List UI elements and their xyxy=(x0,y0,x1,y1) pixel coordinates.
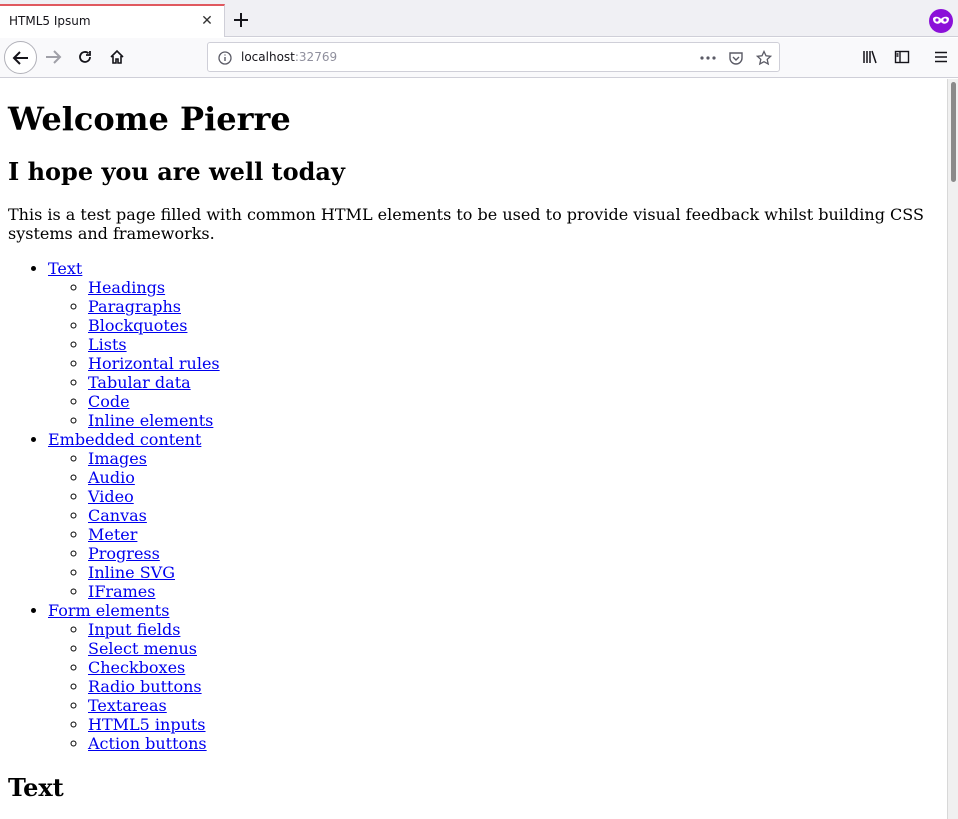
list-item: Code xyxy=(88,392,939,411)
pocket-icon[interactable] xyxy=(728,50,744,66)
table-of-contents: Text Headings Paragraphs Blockquotes Lis… xyxy=(8,259,939,753)
toc-link[interactable]: Checkboxes xyxy=(88,658,185,677)
arrow-left-icon xyxy=(12,50,28,65)
url-bar[interactable]: localhost:32769 xyxy=(207,42,780,72)
toc-sublist: Images Audio Video Canvas Meter Progress… xyxy=(48,449,939,601)
toc-link[interactable]: Paragraphs xyxy=(88,297,181,316)
mask-icon xyxy=(933,16,949,24)
toc-link-text[interactable]: Text xyxy=(48,259,82,278)
arrow-right-icon xyxy=(46,50,62,64)
sidebar-icon xyxy=(894,50,910,64)
page-scrollbar[interactable] xyxy=(947,79,958,819)
tab-title: HTML5 Ipsum xyxy=(9,14,91,28)
toc-link[interactable]: Radio buttons xyxy=(88,677,202,696)
library-icon xyxy=(863,50,877,64)
toc-link[interactable]: Textareas xyxy=(88,696,167,715)
url-text[interactable]: localhost:32769 xyxy=(241,50,337,64)
close-tab-icon[interactable]: ✕ xyxy=(199,13,215,29)
toc-link[interactable]: Code xyxy=(88,392,130,411)
toc-link-embedded-content[interactable]: Embedded content xyxy=(48,430,201,449)
private-browsing-icon xyxy=(929,9,953,33)
list-item: Headings xyxy=(88,278,939,297)
tab-strip: HTML5 Ipsum ✕ xyxy=(0,0,958,37)
toc-link[interactable]: Tabular data xyxy=(88,373,191,392)
sidebar-button[interactable] xyxy=(887,42,917,72)
list-item: Progress xyxy=(88,544,939,563)
scrollbar-thumb[interactable] xyxy=(951,82,956,182)
toc-item-form-elements: Form elements Input fields Select menus … xyxy=(48,601,939,753)
page-viewport: Welcome Pierre I hope you are well today… xyxy=(0,79,947,819)
page-actions-icon[interactable] xyxy=(700,50,716,66)
navigation-toolbar: localhost:32769 xyxy=(0,38,958,78)
list-item: Action buttons xyxy=(88,734,939,753)
list-item: Paragraphs xyxy=(88,297,939,316)
list-item: Images xyxy=(88,449,939,468)
toc-link[interactable]: Progress xyxy=(88,544,160,563)
toc-link[interactable]: Select menus xyxy=(88,639,197,658)
toc-link-form-elements[interactable]: Form elements xyxy=(48,601,169,620)
toc-link[interactable]: Audio xyxy=(88,468,135,487)
toc-item-text: Text Headings Paragraphs Blockquotes Lis… xyxy=(48,259,939,430)
list-item: Checkboxes xyxy=(88,658,939,677)
intro-paragraph: This is a test page filled with common H… xyxy=(8,205,924,243)
page-subheading: I hope you are well today xyxy=(8,157,345,186)
toc-link[interactable]: Inline SVG xyxy=(88,563,175,582)
library-button[interactable] xyxy=(855,42,885,72)
list-item: Meter xyxy=(88,525,939,544)
toc-link[interactable]: Blockquotes xyxy=(88,316,187,335)
toc-link[interactable]: IFrames xyxy=(88,582,155,601)
toc-link[interactable]: Images xyxy=(88,449,147,468)
list-item: Video xyxy=(88,487,939,506)
url-host: localhost xyxy=(241,50,295,64)
toc-link[interactable]: HTML5 inputs xyxy=(88,715,206,734)
reload-icon xyxy=(79,51,91,63)
bookmark-star-icon[interactable] xyxy=(756,50,772,66)
list-item: Lists xyxy=(88,335,939,354)
page-heading: Welcome Pierre xyxy=(8,100,291,138)
toc-item-embedded-content: Embedded content Images Audio Video Canv… xyxy=(48,430,939,601)
toc-link[interactable]: Action buttons xyxy=(88,734,207,753)
toc-link[interactable]: Headings xyxy=(88,278,165,297)
list-item: Input fields xyxy=(88,620,939,639)
list-item: HTML5 inputs xyxy=(88,715,939,734)
list-item: Audio xyxy=(88,468,939,487)
toc-link[interactable]: Inline elements xyxy=(88,411,213,430)
reload-button[interactable] xyxy=(70,42,100,72)
toc-link[interactable]: Lists xyxy=(88,335,127,354)
list-item: Horizontal rules xyxy=(88,354,939,373)
list-item: Select menus xyxy=(88,639,939,658)
plus-icon xyxy=(234,13,248,27)
list-item: Textareas xyxy=(88,696,939,715)
menu-button[interactable] xyxy=(926,42,956,72)
list-item: Inline SVG xyxy=(88,563,939,582)
toc-link[interactable]: Horizontal rules xyxy=(88,354,220,373)
list-item: Tabular data xyxy=(88,373,939,392)
list-item: Blockquotes xyxy=(88,316,939,335)
forward-button[interactable] xyxy=(38,42,68,72)
home-button[interactable] xyxy=(102,42,132,72)
toc-link[interactable]: Video xyxy=(88,487,134,506)
home-icon xyxy=(110,49,124,64)
toc-link[interactable]: Meter xyxy=(88,525,137,544)
page-content: Welcome Pierre I hope you are well today… xyxy=(0,100,947,802)
url-port: :32769 xyxy=(294,50,338,64)
toc-sublist: Input fields Select menus Checkboxes Rad… xyxy=(48,620,939,753)
list-item: Inline elements xyxy=(88,411,939,430)
hamburger-menu-icon xyxy=(935,51,947,63)
list-item: IFrames xyxy=(88,582,939,601)
toc-sublist: Headings Paragraphs Blockquotes Lists Ho… xyxy=(48,278,939,430)
list-item: Canvas xyxy=(88,506,939,525)
active-tab[interactable]: HTML5 Ipsum ✕ xyxy=(0,4,225,37)
toc-link[interactable]: Canvas xyxy=(88,506,147,525)
list-item: Radio buttons xyxy=(88,677,939,696)
section-heading-text: Text xyxy=(8,773,64,802)
toc-link[interactable]: Input fields xyxy=(88,620,180,639)
new-tab-button[interactable] xyxy=(230,9,252,31)
back-button[interactable] xyxy=(4,41,37,74)
info-icon[interactable] xyxy=(217,50,233,66)
